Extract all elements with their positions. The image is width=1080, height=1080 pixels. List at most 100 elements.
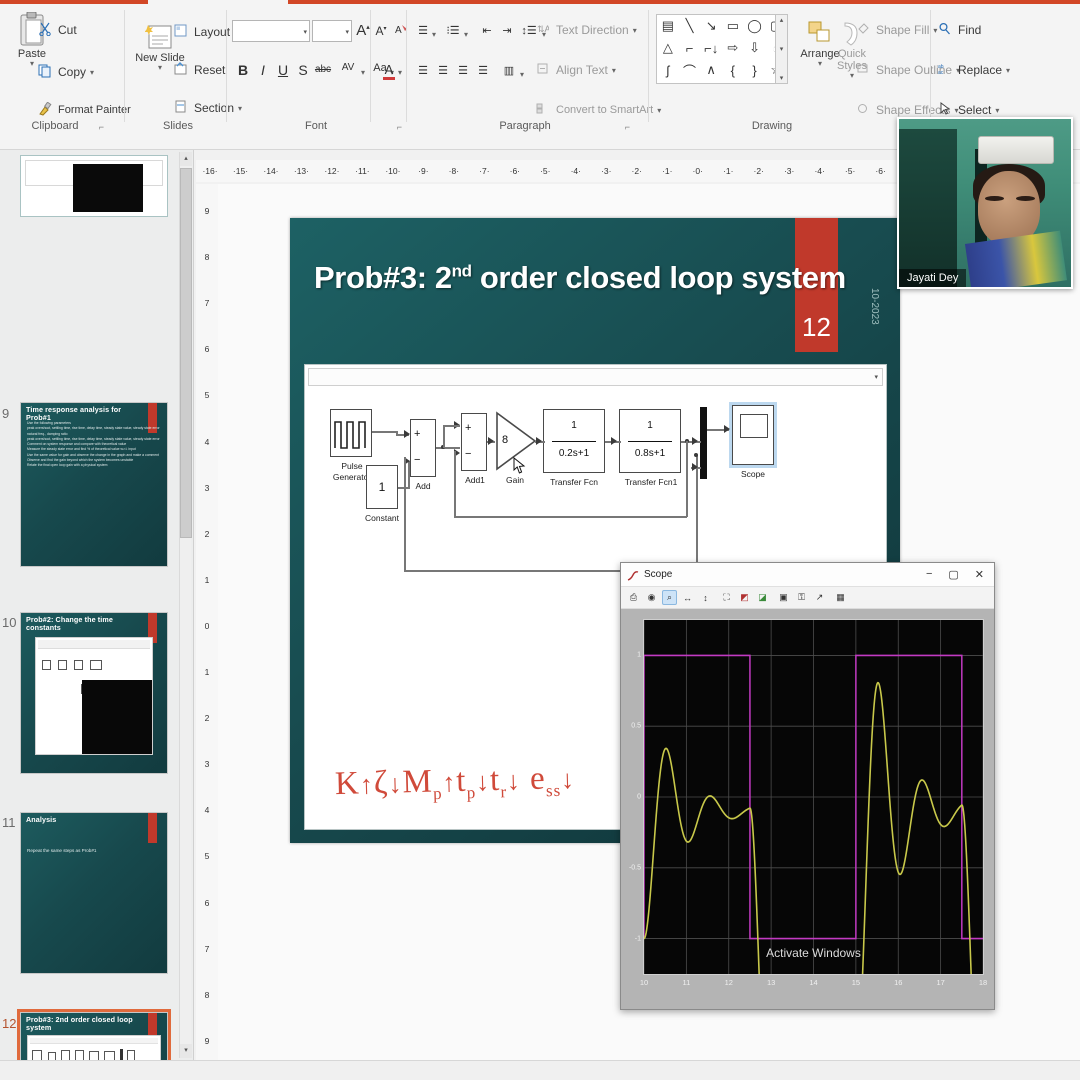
chevron-down-icon[interactable]: ▾ [303,28,307,36]
reset-button[interactable]: Reset [174,62,225,78]
italic-button[interactable]: I [254,62,272,78]
shapes-gallery[interactable]: ▤ ╲ ↘ ▭ ◯ ▢ △ ⌐ ⌐↓ ⇨ ⇩ ◔ ʃ ⌒ [656,14,788,84]
chevron-down-icon[interactable]: ▾ [361,68,365,77]
shape-right-arrow-icon[interactable]: ⇨ [722,37,744,59]
decrease-indent-button[interactable]: ⇤ [478,24,496,37]
bold-button[interactable]: B [234,62,252,78]
numbering-button[interactable]: ⁝☰ [444,24,462,37]
autoscale-icon[interactable]: ⛶ [719,590,734,605]
list-item-selected[interactable]: Prob#3: 2nd order closed loop system K↑ζ… [17,1009,171,1060]
chevron-down-icon[interactable]: ▾ [398,68,402,77]
font-color-button[interactable]: A [380,62,398,80]
scope-window[interactable]: Scope − ▢ ✕ ⎙ ◉ ⌕ ↔ ↕ ⛶ ◩ ◪ ▣ ⚿ ↗ ▦ Acti… [620,562,995,1010]
block-pulse-generator[interactable] [330,409,372,457]
page-title[interactable]: Prob#3: 2nd order closed loop system [314,260,874,296]
chevron-down-icon[interactable]: ▾ [520,70,524,79]
style-icon[interactable]: ▦ [833,590,848,605]
slide-thumbnail[interactable]: Analysis Repeat the same steps as Prob#1 [20,812,168,974]
chevron-down-icon[interactable]: ▾ [633,26,637,35]
chevron-down-icon[interactable]: ▾ [818,59,822,69]
shape-triangle-icon[interactable]: △ [657,37,679,59]
font-name-input[interactable]: ▾ [232,20,310,42]
print-icon[interactable]: ⎙ [626,590,641,605]
shape-fill-button[interactable]: Shape Fill ▾ [856,22,937,38]
shapes-gallery-scrollbar[interactable]: ▴ ▾ ▾ [775,15,787,83]
shrink-font-button[interactable]: A▾ [372,24,390,38]
chevron-down-icon[interactable]: ▾ [995,106,999,115]
webcam-video-overlay[interactable]: Jayati Dey [897,117,1073,289]
shape-scribble-icon[interactable]: ʃ [657,59,679,81]
slide-thumbnail[interactable]: Prob#2: Change the time constants [20,612,168,774]
chevron-down-icon[interactable]: ▾ [1006,66,1010,75]
scroll-down-arrow[interactable]: ▾ [180,1044,192,1058]
chevron-down-icon[interactable]: ▾ [158,63,162,73]
align-left-button[interactable]: ☰ [414,64,432,77]
shape-elbow-connector-icon[interactable]: ⌐ [679,37,701,59]
scope-title-bar[interactable]: Scope − ▢ ✕ [621,563,994,587]
chevron-down-icon[interactable]: ▾ [612,66,616,75]
chevron-down-icon[interactable]: ▾ [345,28,349,36]
lock-axes-icon[interactable]: ⚿ [794,590,809,605]
slide-thumbnail[interactable]: Time response analysis for Prob#1 Use th… [20,402,168,567]
shape-right-brace-icon[interactable]: } [744,59,766,81]
shape-curve-icon[interactable]: ∧ [700,59,722,81]
block-transfer-fcn[interactable]: 1 0.2s+1 [543,409,605,473]
cut-button[interactable]: Cut [38,22,77,38]
floating-scope-icon[interactable]: ▣ [776,590,791,605]
paste-button[interactable]: Paste ▾ [4,11,60,69]
list-item[interactable]: Analysis Repeat the same steps as Prob#1 [20,812,168,974]
list-item[interactable] [20,155,168,217]
chevron-down-icon[interactable]: ▾ [432,30,436,39]
save-axes-icon[interactable]: ◩ [737,590,752,605]
shape-elbow-arrow-icon[interactable]: ⌐↓ [700,37,722,59]
chevron-down-icon[interactable]: ▾ [90,68,94,77]
list-item[interactable]: Time response analysis for Prob#1 Use th… [20,402,168,567]
font-size-input[interactable]: ▾ [312,20,352,42]
align-right-button[interactable]: ☰ [454,64,472,77]
shape-line-arrow-icon[interactable]: ↘ [700,15,722,37]
text-direction-button[interactable]: ⇅A Text Direction ▾ [536,22,637,38]
dialog-launcher-icon[interactable]: ⌐ [397,122,402,132]
dialog-launcher-icon[interactable]: ⌐ [625,122,630,132]
shape-textbox-icon[interactable]: ▤ [657,15,679,37]
block-add1[interactable]: + − [461,413,487,471]
align-text-button[interactable]: Align Text ▾ [536,62,616,78]
align-center-button[interactable]: ☰ [434,64,452,77]
slide-thumbnail-selected[interactable]: Prob#3: 2nd order closed loop system K↑ζ… [17,1009,171,1060]
chevron-down-icon[interactable]: ▾ [850,71,854,81]
scope-plot[interactable]: Activate Windows 1 0.5 0 -0.5 -1 10 11 12 13 14 15… [629,619,987,987]
scroll-up-arrow[interactable]: ▴ [780,16,784,24]
justify-button[interactable]: ☰ [474,64,492,77]
shape-rectangle-icon[interactable]: ▭ [722,15,744,37]
columns-button[interactable]: ▥ [500,64,518,77]
underline-button[interactable]: U [274,62,292,78]
chevron-down-icon[interactable]: ▾ [464,30,468,39]
simulink-toolbar[interactable]: ▾ [308,368,883,386]
clear-formatting-button[interactable]: A [392,22,410,40]
slide-thumbnail-pane[interactable]: 9 Time response analysis for Prob#1 Use … [0,150,194,1060]
strikethrough-button[interactable]: abc [312,64,334,75]
zoom-icon[interactable]: ⌕ [662,590,677,605]
replace-button[interactable]: ab ac Replace ▾ [938,62,1010,78]
bullets-button[interactable]: ☰ [414,24,432,37]
parameters-icon[interactable]: ◉ [644,590,659,605]
block-add[interactable]: + − [410,419,436,477]
find-button[interactable]: Find [938,22,981,38]
more-shapes-arrow[interactable]: ▾ [780,74,784,82]
thumbnail-scrollbar[interactable]: ▴ ▾ [179,152,192,1058]
slide-thumbnail[interactable] [20,155,168,217]
character-spacing-button[interactable]: AV [336,62,360,73]
shape-oval-icon[interactable]: ◯ [744,15,766,37]
copy-button[interactable]: Copy ▾ [38,64,94,80]
chevron-down-icon[interactable]: ▾ [30,59,34,69]
chevron-down-icon[interactable]: ▾ [874,373,878,381]
dialog-launcher-icon[interactable]: ⌐ [99,122,104,132]
maximize-icon[interactable]: ▢ [948,568,958,581]
restore-axes-icon[interactable]: ◪ [755,590,770,605]
close-icon[interactable]: ✕ [975,568,984,581]
block-scope[interactable] [729,402,777,468]
zoom-x-icon[interactable]: ↔ [680,590,695,605]
increase-indent-button[interactable]: ⇥ [498,24,516,37]
shape-line-icon[interactable]: ╲ [679,15,701,37]
shape-arc-icon[interactable]: ⌒ [679,59,701,81]
